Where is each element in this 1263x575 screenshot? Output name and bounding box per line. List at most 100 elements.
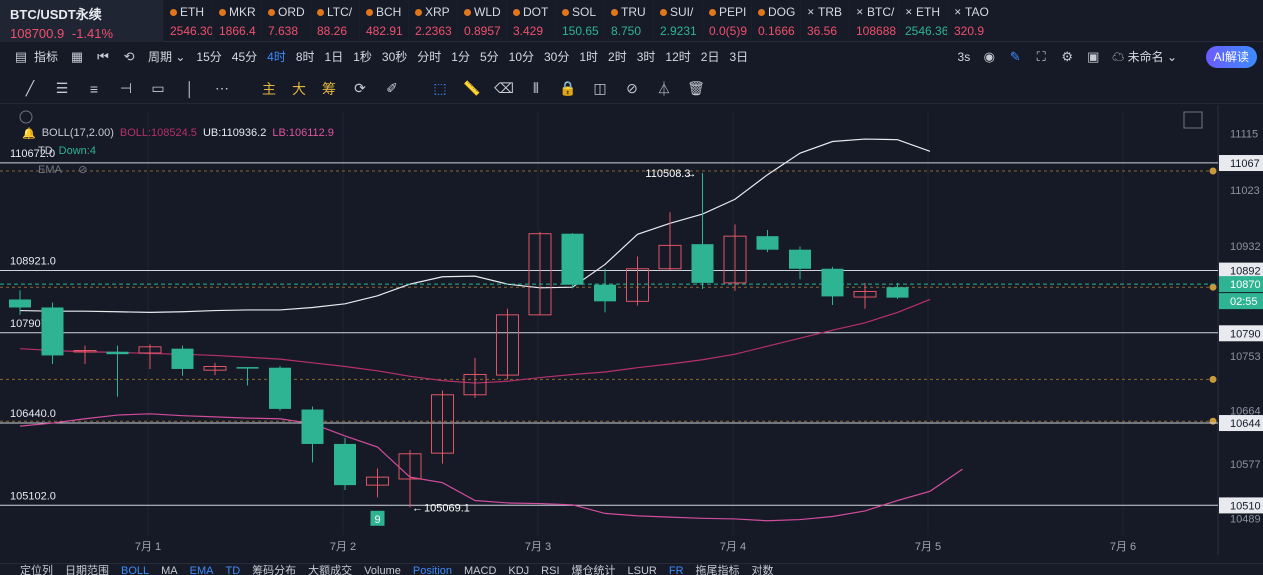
layout-dropdown[interactable]: ☁ 未命名 ⌄ xyxy=(1106,43,1183,71)
interval-option[interactable]: 15分 xyxy=(191,43,226,71)
ticker-item[interactable]: ✕ TRB 36.56 xyxy=(800,0,849,42)
candle-body[interactable] xyxy=(821,268,844,297)
interval-option[interactable]: 1日 xyxy=(320,43,349,71)
price-chart[interactable]: 7月 1 7月 2 7月 3 7月 4 7月 5 7月 6110672.0108921.0… xyxy=(0,105,1263,555)
ticker-item[interactable]: WLD 0.8957 xyxy=(457,0,506,42)
interval-option[interactable]: 1分 xyxy=(446,43,475,71)
calendar-icon[interactable]: ▦ xyxy=(64,43,90,71)
interval-option[interactable]: 12时 xyxy=(660,43,695,71)
more-icon[interactable]: ⋯ xyxy=(206,74,238,104)
eraser-icon[interactable]: ⌫ xyxy=(488,74,520,104)
sync-icon[interactable]: ⟳ xyxy=(344,74,376,104)
interval-option[interactable]: 4时 xyxy=(262,43,291,71)
refresh-interval[interactable]: 3s xyxy=(952,43,977,71)
indicator-tab[interactable]: EMA xyxy=(190,564,214,575)
rewind-icon[interactable]: ⏮ xyxy=(90,43,116,71)
lock-icon[interactable]: 🔒 xyxy=(552,74,584,104)
indicator-tab[interactable]: 定位列 xyxy=(20,564,53,575)
ticker-item[interactable]: PEPI 0.0(5)9 xyxy=(702,0,751,42)
ticker-item[interactable]: BCH 482.91 xyxy=(359,0,408,42)
interval-option[interactable]: 8时 xyxy=(291,43,320,71)
trash-icon[interactable]: 🗑 xyxy=(680,74,712,104)
candle-body[interactable] xyxy=(691,244,714,283)
candle-body[interactable] xyxy=(594,284,616,302)
fib-icon[interactable]: ≡ xyxy=(78,74,110,104)
pencil-icon[interactable]: ✎ xyxy=(1002,43,1028,71)
ticker-item[interactable]: DOG 0.1666 xyxy=(751,0,800,42)
indicator-tab[interactable]: MA xyxy=(161,564,178,575)
interval-option[interactable]: 30分 xyxy=(539,43,574,71)
ticker-item[interactable]: XRP 2.2363 xyxy=(408,0,457,42)
main-ticker[interactable]: BTC/USDT永续 108700.9 -1.41% xyxy=(0,0,163,42)
candle-body[interactable] xyxy=(236,367,259,369)
indicator-tab[interactable]: 筹码分布 xyxy=(252,564,296,575)
interval-option[interactable]: 1时 xyxy=(574,43,603,71)
interval-option[interactable]: 10分 xyxy=(504,43,539,71)
indicator-tab[interactable]: 爆仓统计 xyxy=(572,564,616,575)
chips-button[interactable]: 筹 xyxy=(314,74,344,104)
ticker-item[interactable]: MKR 1866.4 xyxy=(212,0,261,42)
select-icon[interactable]: ⬚ xyxy=(424,74,456,104)
ticker-item[interactable]: SUI/2.9231 xyxy=(653,0,702,42)
ticker-item[interactable]: DOT 3.429 xyxy=(506,0,555,42)
camera-icon[interactable]: ◉ xyxy=(976,43,1002,71)
ticker-item[interactable]: ✕ TAO 320.9 xyxy=(947,0,996,42)
fullscreen-icon[interactable]: ⛶ xyxy=(1028,43,1054,71)
big-order-button[interactable]: 大 xyxy=(284,74,314,104)
indicator-tab[interactable]: LSUR xyxy=(628,564,657,575)
candle-body[interactable] xyxy=(756,236,779,250)
candle-body[interactable] xyxy=(9,299,31,308)
trendline-icon[interactable]: ╱ xyxy=(14,74,46,104)
vertical-line-icon[interactable]: │ xyxy=(174,74,206,104)
candle-body[interactable] xyxy=(334,443,356,486)
ticker-item[interactable]: ✕ BTC/108688 xyxy=(849,0,898,42)
indicator-tab[interactable]: Volume xyxy=(364,564,401,575)
ruler-icon[interactable]: 📏 xyxy=(456,74,488,104)
ticker-item[interactable]: ETH 2546.30 xyxy=(163,0,212,42)
interval-option[interactable]: 45分 xyxy=(227,43,262,71)
indicator-tab[interactable]: 大额成交 xyxy=(308,564,352,575)
indicator-tab[interactable]: 拖尾指标 xyxy=(696,564,740,575)
candle-body[interactable] xyxy=(301,409,324,444)
interval-option[interactable]: 30秒 xyxy=(377,43,412,71)
candle-body[interactable] xyxy=(106,351,129,355)
indicator-button[interactable]: 指标 xyxy=(34,43,64,71)
candle-icon[interactable]: ⫴ xyxy=(520,74,552,104)
indicator-tab[interactable]: Position xyxy=(413,564,452,575)
ticker-item[interactable]: SOL 150.65 xyxy=(555,0,604,42)
ticker-item[interactable]: TRU 8.750 xyxy=(604,0,653,42)
indicator-tab[interactable]: 日期范围 xyxy=(65,564,109,575)
filter-icon[interactable]: ⏃ xyxy=(648,74,680,104)
replay-icon[interactable]: ⟲ xyxy=(116,43,142,71)
candle-body[interactable] xyxy=(269,367,291,409)
indicator-icon[interactable]: ▤ xyxy=(8,43,34,71)
ticker-item[interactable]: LTC/88.26 xyxy=(310,0,359,42)
indicator-tab[interactable]: TD xyxy=(225,564,240,575)
period-dropdown[interactable]: 周期 ⌄ xyxy=(142,43,191,71)
interval-option[interactable]: 2日 xyxy=(696,43,725,71)
interval-option[interactable]: 3日 xyxy=(724,43,753,71)
interval-option[interactable]: 分时 xyxy=(412,43,446,71)
interval-option[interactable]: 1秒 xyxy=(348,43,377,71)
indicator-tab[interactable]: 对数 xyxy=(752,564,774,575)
main-force-button[interactable]: 主 xyxy=(254,74,284,104)
horizontal-line-icon[interactable]: ⊣ xyxy=(110,74,142,104)
ai-analysis-button[interactable]: AI解读 xyxy=(1205,46,1257,68)
indicator-tab[interactable]: RSI xyxy=(541,564,559,575)
candle-body[interactable] xyxy=(886,287,909,298)
indicator-tab[interactable]: KDJ xyxy=(508,564,529,575)
candle-body[interactable] xyxy=(171,348,194,369)
parallel-lines-icon[interactable]: ☰ xyxy=(46,74,78,104)
layout-icon[interactable]: ▣ xyxy=(1080,43,1106,71)
hide-icon[interactable]: ◫ xyxy=(584,74,616,104)
interval-option[interactable]: 5分 xyxy=(475,43,504,71)
indicator-tab[interactable]: MACD xyxy=(464,564,496,575)
candle-body[interactable] xyxy=(561,233,584,285)
indicator-tab[interactable]: BOLL xyxy=(121,564,149,575)
candle-body[interactable] xyxy=(41,307,64,356)
marker-icon[interactable]: ✐ xyxy=(376,74,408,104)
candle-body[interactable] xyxy=(789,249,811,269)
rectangle-icon[interactable]: ▭ xyxy=(142,74,174,104)
interval-option[interactable]: 3时 xyxy=(632,43,661,71)
ticker-item[interactable]: ORD 7.638 xyxy=(261,0,310,42)
